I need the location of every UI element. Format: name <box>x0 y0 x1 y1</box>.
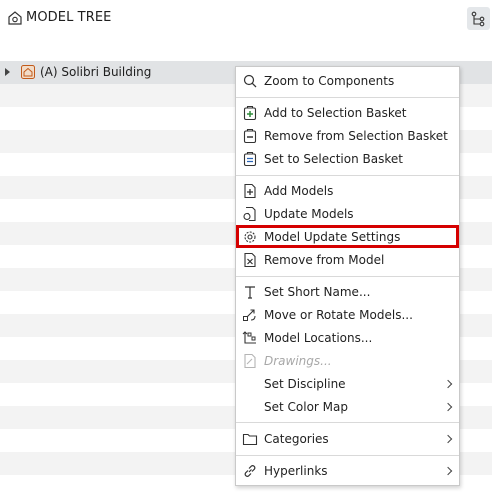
menu-item-label: Hyperlinks <box>264 464 328 478</box>
folder-icon <box>242 433 258 446</box>
menu-item-set-to-selection-basket[interactable]: Set to Selection Basket <box>236 148 459 171</box>
menu-item-add-models[interactable]: Add Models <box>236 180 459 203</box>
menu-item-label: Set to Selection Basket <box>264 152 403 166</box>
menu-separator <box>236 455 459 456</box>
menu-item-label: Zoom to Components <box>264 74 395 88</box>
menu-item-label: Categories <box>264 432 329 446</box>
menu-item-remove-from-selection-basket[interactable]: Remove from Selection Basket <box>236 125 459 148</box>
menu-item-label: Set Short Name... <box>264 285 371 299</box>
menu-item-label: Set Color Map <box>264 400 348 414</box>
hierarchy-button[interactable] <box>467 7 490 30</box>
menu-item-label: Update Models <box>264 207 354 221</box>
model-tree-icon <box>8 11 22 25</box>
remove-document-icon <box>244 252 256 268</box>
chevron-right-icon <box>443 466 453 476</box>
menu-item-add-to-selection-basket[interactable]: Add to Selection Basket <box>236 102 459 125</box>
menu-separator <box>236 175 459 176</box>
panel-title: MODEL TREE <box>26 10 112 25</box>
menu-item-hyperlinks[interactable]: Hyperlinks <box>236 460 459 483</box>
highlight-box <box>236 225 459 248</box>
chevron-right-icon <box>443 402 453 412</box>
menu-item-set-color-map[interactable]: Set Color Map <box>236 396 459 419</box>
magnifier-icon <box>243 74 257 88</box>
menu-separator <box>236 422 459 423</box>
building-icon <box>21 65 35 79</box>
menu-item-remove-from-model[interactable]: Remove from Model <box>236 249 459 272</box>
context-menu: Zoom to Components Add to Selection Bask… <box>235 66 460 486</box>
menu-item-label: Add Models <box>264 184 334 198</box>
expand-arrow-icon[interactable] <box>5 68 10 76</box>
menu-item-label: Set Discipline <box>264 377 346 391</box>
link-icon <box>244 465 256 477</box>
menu-item-model-locations[interactable]: Model Locations... <box>236 327 459 350</box>
menu-item-label: Add to Selection Basket <box>264 106 407 120</box>
drawing-icon <box>244 353 256 369</box>
menu-item-label: Remove from Selection Basket <box>264 129 448 143</box>
menu-item-set-discipline[interactable]: Set Discipline <box>236 373 459 396</box>
model-locations-icon <box>242 331 256 344</box>
panel-header: MODEL TREE <box>0 0 492 37</box>
hierarchy-icon <box>471 11 485 27</box>
menu-separator <box>236 97 459 98</box>
menu-item-label: Remove from Model <box>264 253 385 267</box>
basket-add-icon <box>243 105 257 121</box>
menu-item-categories[interactable]: Categories <box>236 428 459 451</box>
menu-item-drawings: Drawings... <box>236 350 459 373</box>
menu-separator <box>236 276 459 277</box>
add-document-icon <box>244 183 256 199</box>
text-icon <box>245 286 255 299</box>
menu-item-label: Move or Rotate Models... <box>264 308 413 322</box>
menu-item-set-short-name[interactable]: Set Short Name... <box>236 281 459 304</box>
menu-item-move-or-rotate-models[interactable]: Move or Rotate Models... <box>236 304 459 327</box>
move-rotate-icon <box>243 309 256 321</box>
chevron-right-icon <box>443 434 453 444</box>
chevron-right-icon <box>443 379 453 389</box>
tree-item-label: (A) Solibri Building <box>40 65 152 79</box>
menu-item-zoom-to-components[interactable]: Zoom to Components <box>236 70 459 93</box>
menu-item-update-models[interactable]: Update Models <box>236 203 459 226</box>
menu-item-label: Drawings... <box>264 354 332 368</box>
basket-remove-icon <box>243 128 257 144</box>
basket-set-icon <box>243 151 257 167</box>
update-document-icon <box>243 206 256 222</box>
menu-item-label: Model Locations... <box>264 331 373 345</box>
